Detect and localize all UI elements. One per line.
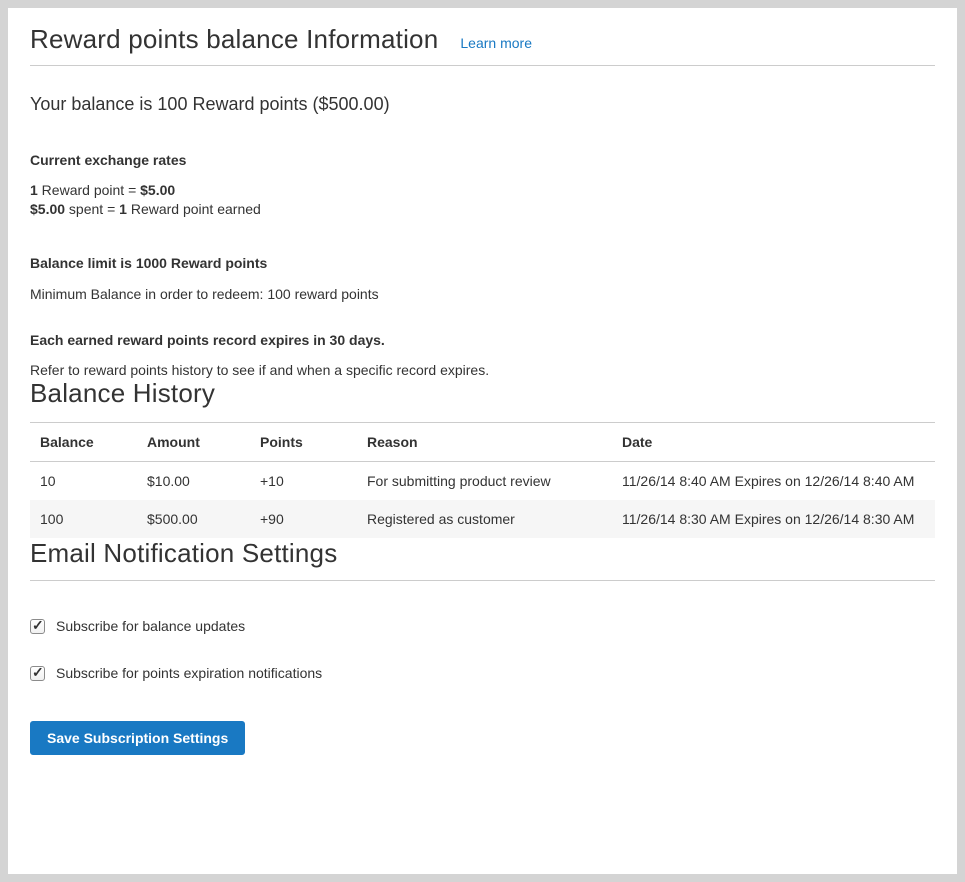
option-label: Subscribe for points expiration notifica…: [56, 665, 322, 681]
page-header: Reward points balance Information Learn …: [30, 24, 935, 55]
email-settings-divider: [30, 580, 935, 581]
earn-rate-line: 1 Reward point = $5.00: [30, 181, 935, 200]
balance-history-table: Balance Amount Points Reason Date 10 $10…: [30, 422, 935, 538]
exchange-rates-heading: Current exchange rates: [30, 152, 935, 168]
cell-reason: For submitting product review: [357, 462, 612, 501]
balance-history-heading: Balance History: [30, 378, 935, 409]
option-label: Subscribe for balance updates: [56, 618, 245, 634]
cell-date: 11/26/14 8:40 AM Expires on 12/26/14 8:4…: [612, 462, 935, 501]
save-subscription-button[interactable]: Save Subscription Settings: [30, 721, 245, 755]
spend-rate-mid2: Reward point earned: [127, 201, 261, 217]
earn-rate-mid: Reward point =: [38, 182, 140, 198]
page-title: Reward points balance Information: [30, 24, 438, 55]
cell-balance: 10: [30, 462, 137, 501]
minimum-balance-text: Minimum Balance in order to redeem: 100 …: [30, 286, 935, 302]
column-header-date: Date: [612, 423, 935, 462]
cell-points: +10: [250, 462, 357, 501]
spend-rate-points: 1: [119, 201, 127, 217]
subscription-option-expiration-notifications[interactable]: Subscribe for points expiration notifica…: [30, 665, 935, 681]
table-row: 10 $10.00 +10 For submitting product rev…: [30, 462, 935, 501]
balance-message: Your balance is 100 Reward points ($500.…: [30, 93, 935, 115]
expiration-notice: Each earned reward points record expires…: [30, 332, 935, 348]
column-header-balance: Balance: [30, 423, 137, 462]
exchange-rates-lines: 1 Reward point = $5.00 $5.00 spent = 1 R…: [30, 181, 935, 219]
cell-amount: $10.00: [137, 462, 250, 501]
table-header-row: Balance Amount Points Reason Date: [30, 423, 935, 462]
spend-rate-mid1: spent =: [65, 201, 119, 217]
balance-limit-text: Balance limit is 1000 Reward points: [30, 255, 935, 271]
earn-rate-points: 1: [30, 182, 38, 198]
column-header-reason: Reason: [357, 423, 612, 462]
email-settings-heading: Email Notification Settings: [30, 538, 935, 569]
header-divider: [30, 65, 935, 66]
balance-updates-checkbox[interactable]: [30, 619, 45, 634]
column-header-amount: Amount: [137, 423, 250, 462]
spend-rate-line: $5.00 spent = 1 Reward point earned: [30, 200, 935, 219]
spend-rate-amount: $5.00: [30, 201, 65, 217]
reward-points-card: Reward points balance Information Learn …: [8, 8, 957, 874]
cell-balance: 100: [30, 500, 137, 538]
expiration-hint: Refer to reward points history to see if…: [30, 362, 935, 378]
cell-points: +90: [250, 500, 357, 538]
subscription-option-balance-updates[interactable]: Subscribe for balance updates: [30, 618, 935, 634]
earn-rate-amount: $5.00: [140, 182, 175, 198]
table-row: 100 $500.00 +90 Registered as customer 1…: [30, 500, 935, 538]
learn-more-link[interactable]: Learn more: [460, 35, 532, 51]
column-header-points: Points: [250, 423, 357, 462]
expiration-notifications-checkbox[interactable]: [30, 666, 45, 681]
cell-reason: Registered as customer: [357, 500, 612, 538]
cell-amount: $500.00: [137, 500, 250, 538]
cell-date: 11/26/14 8:30 AM Expires on 12/26/14 8:3…: [612, 500, 935, 538]
